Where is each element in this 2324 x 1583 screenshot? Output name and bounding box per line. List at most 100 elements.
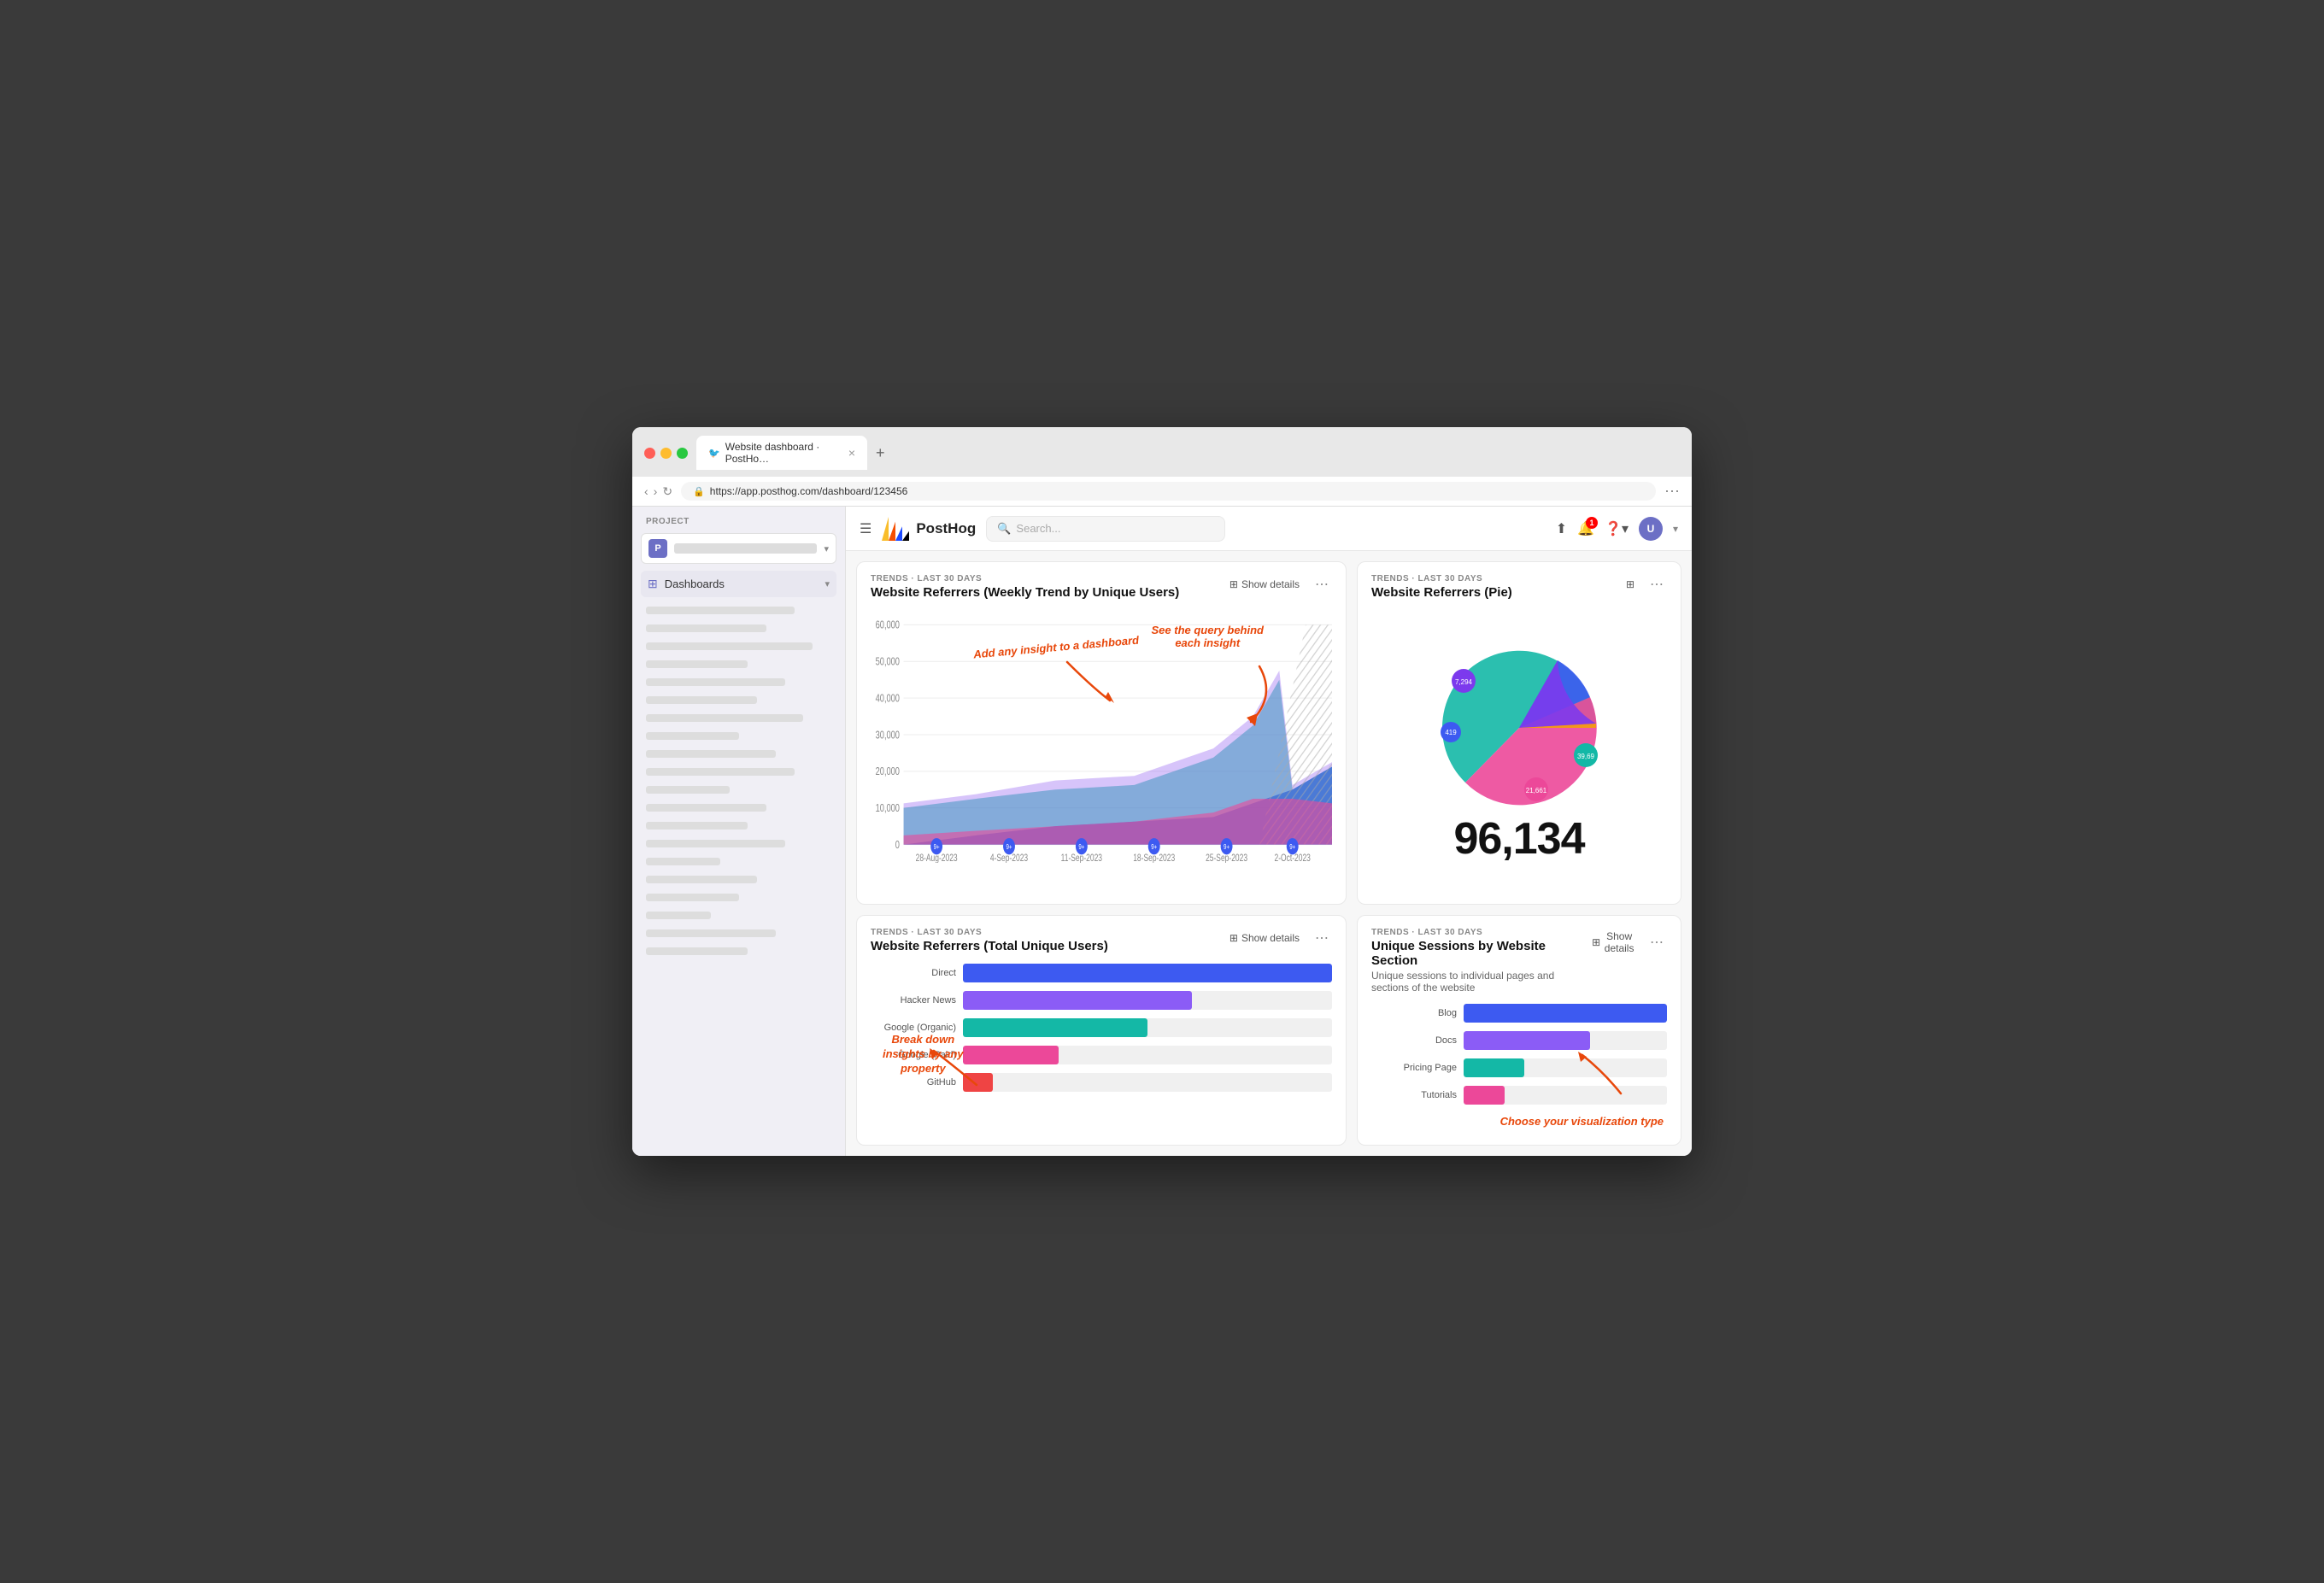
upload-button[interactable]: ⬆: [1556, 520, 1567, 537]
bar-row-google-organic: Google (Organic): [871, 1018, 1332, 1037]
main-content: ☰ PostHog 🔍 Search... ⬆: [846, 507, 1692, 1156]
svg-text:9+: 9+: [1289, 842, 1295, 851]
sidebar-skeleton: [641, 604, 836, 958]
table-icon-total: ⊞: [1229, 932, 1238, 944]
bar-track-direct: [963, 964, 1332, 982]
minimize-button[interactable]: [660, 448, 672, 459]
card-title-total: Website Referrers (Total Unique Users): [871, 939, 1108, 953]
card-title-weekly: Website Referrers (Weekly Trend by Uniqu…: [871, 585, 1179, 600]
browser-tab[interactable]: 🐦 Website dashboard · PostHo… ×: [696, 436, 867, 470]
tab-title: Website dashboard · PostHo…: [725, 441, 840, 465]
bar-fill-google-paid: [963, 1046, 1059, 1064]
svg-text:11-Sep-2023: 11-Sep-2023: [1061, 853, 1103, 863]
svg-text:2-Oct-2023: 2-Oct-2023: [1275, 853, 1312, 863]
bar-label-blog: Blog: [1371, 1008, 1457, 1018]
svg-text:21,661: 21,661: [1526, 787, 1547, 794]
svg-text:40,000: 40,000: [876, 693, 900, 705]
card-weekly-trend: TRENDS · LAST 30 DAYS Website Referrers …: [856, 561, 1347, 905]
notifications-button[interactable]: 🔔 1: [1577, 520, 1594, 537]
card-header-pie: TRENDS · LAST 30 DAYS Website Referrers …: [1371, 574, 1667, 600]
bar-fill-tutorials: [1464, 1086, 1505, 1105]
pie-chart-svg: 7,294 419 21,661 39,69: [1425, 634, 1613, 822]
nav-right: ⬆ 🔔 1 ❓▾ U ▾: [1556, 517, 1678, 541]
search-placeholder: Search...: [1016, 522, 1060, 535]
bar-fill-direct: [963, 964, 1332, 982]
bar-row-google-paid: Google (Paid): [871, 1046, 1332, 1064]
forward-button[interactable]: ›: [654, 484, 658, 499]
bar-track-docs: [1464, 1031, 1667, 1050]
back-button[interactable]: ‹: [644, 484, 648, 499]
svg-text:9+: 9+: [1078, 842, 1084, 851]
card-meta-total: TRENDS · LAST 30 DAYS: [871, 928, 1108, 937]
sidebar-item-dashboards[interactable]: ⊞ Dashboards ▾: [641, 571, 836, 597]
bar-track-google-paid: [963, 1046, 1332, 1064]
tab-favicon: 🐦: [708, 448, 720, 459]
hamburger-button[interactable]: ☰: [860, 520, 872, 537]
project-badge: P: [648, 539, 667, 558]
card-meta-pie: TRENDS · LAST 30 DAYS: [1371, 574, 1512, 583]
browser-more-button[interactable]: ⋯: [1664, 483, 1680, 501]
bar-label-direct: Direct: [871, 968, 956, 978]
show-details-button-pie[interactable]: ⊞: [1621, 576, 1640, 593]
table-icon-pie: ⊞: [1626, 578, 1634, 590]
top-nav: ☰ PostHog 🔍 Search... ⬆: [846, 507, 1692, 551]
traffic-lights: [644, 448, 688, 459]
svg-text:25-Sep-2023: 25-Sep-2023: [1206, 853, 1247, 863]
avatar[interactable]: U: [1639, 517, 1663, 541]
card-header-sessions: TRENDS · LAST 30 DAYS Unique Sessions by…: [1371, 928, 1667, 994]
close-button[interactable]: [644, 448, 655, 459]
bar-row-direct: Direct: [871, 964, 1332, 982]
search-box[interactable]: 🔍 Search...: [986, 516, 1225, 542]
bar-fill-hackernews: [963, 991, 1192, 1010]
project-selector[interactable]: P ▾: [641, 533, 836, 564]
card-actions-weekly: ⊞ Show details ⋯: [1224, 574, 1332, 595]
title-bar: 🐦 Website dashboard · PostHo… × +: [632, 427, 1692, 477]
bar-label-tutorials: Tutorials: [1371, 1090, 1457, 1100]
card-actions-total: ⊞ Show details ⋯: [1224, 928, 1332, 948]
svg-text:0: 0: [895, 840, 900, 852]
help-button[interactable]: ❓▾: [1605, 520, 1629, 537]
card-header-total: TRENDS · LAST 30 DAYS Website Referrers …: [871, 928, 1332, 953]
tab-bar: 🐦 Website dashboard · PostHo… × +: [696, 436, 890, 470]
project-name-skeleton: [674, 543, 817, 554]
url-box[interactable]: 🔒 https://app.posthog.com/dashboard/1234…: [681, 482, 1656, 501]
sidebar-item-label: Dashboards: [665, 578, 725, 590]
tab-close-icon[interactable]: ×: [848, 446, 855, 460]
card-meta-sessions: TRENDS · LAST 30 DAYS: [1371, 928, 1587, 937]
chevron-down-icon: ▾: [824, 543, 829, 554]
card-actions-sessions: ⊞ Show details ⋯: [1587, 928, 1667, 957]
pie-total: 96,134: [1453, 813, 1584, 865]
bar-row-github: GitHub: [871, 1073, 1332, 1092]
svg-text:4-Sep-2023: 4-Sep-2023: [990, 853, 1029, 863]
bar-track-google-organic: [963, 1018, 1332, 1037]
more-options-weekly[interactable]: ⋯: [1312, 574, 1332, 595]
bar-chart-total: Direct Hacker News Google: [871, 960, 1332, 1133]
svg-text:9+: 9+: [934, 842, 940, 851]
svg-text:20,000: 20,000: [876, 766, 900, 778]
bar-row-tutorials: Tutorials: [1371, 1086, 1667, 1105]
show-details-button-sessions[interactable]: ⊞ Show details: [1587, 928, 1640, 957]
bar-label-github: GitHub: [871, 1077, 956, 1088]
more-options-total[interactable]: ⋯: [1312, 928, 1332, 948]
table-icon: ⊞: [1229, 578, 1238, 590]
bar-row-docs: Docs: [1371, 1031, 1667, 1050]
svg-text:10,000: 10,000: [876, 803, 900, 815]
dashboards-icon: ⊞: [648, 577, 658, 591]
bar-fill-github: [963, 1073, 993, 1092]
svg-text:30,000: 30,000: [876, 730, 900, 742]
table-icon-sessions: ⊞: [1592, 936, 1600, 948]
svg-text:9+: 9+: [1224, 842, 1229, 851]
card-title-sessions: Unique Sessions by Website Section: [1371, 939, 1587, 968]
bar-label-google-paid: Google (Paid): [871, 1050, 956, 1060]
card-pie: TRENDS · LAST 30 DAYS Website Referrers …: [1357, 561, 1681, 905]
more-options-pie[interactable]: ⋯: [1646, 574, 1667, 595]
bar-fill-blog: [1464, 1004, 1667, 1023]
more-options-sessions[interactable]: ⋯: [1646, 932, 1667, 953]
logo-text: PostHog: [916, 520, 976, 537]
new-tab-button[interactable]: +: [871, 444, 890, 462]
maximize-button[interactable]: [677, 448, 688, 459]
area-chart-svg: 60,000 50,000 40,000 30,000 20,000 10,00…: [871, 607, 1332, 863]
reload-button[interactable]: ↻: [662, 484, 672, 499]
show-details-button-weekly[interactable]: ⊞ Show details: [1224, 576, 1305, 593]
show-details-button-total[interactable]: ⊞ Show details: [1224, 929, 1305, 947]
